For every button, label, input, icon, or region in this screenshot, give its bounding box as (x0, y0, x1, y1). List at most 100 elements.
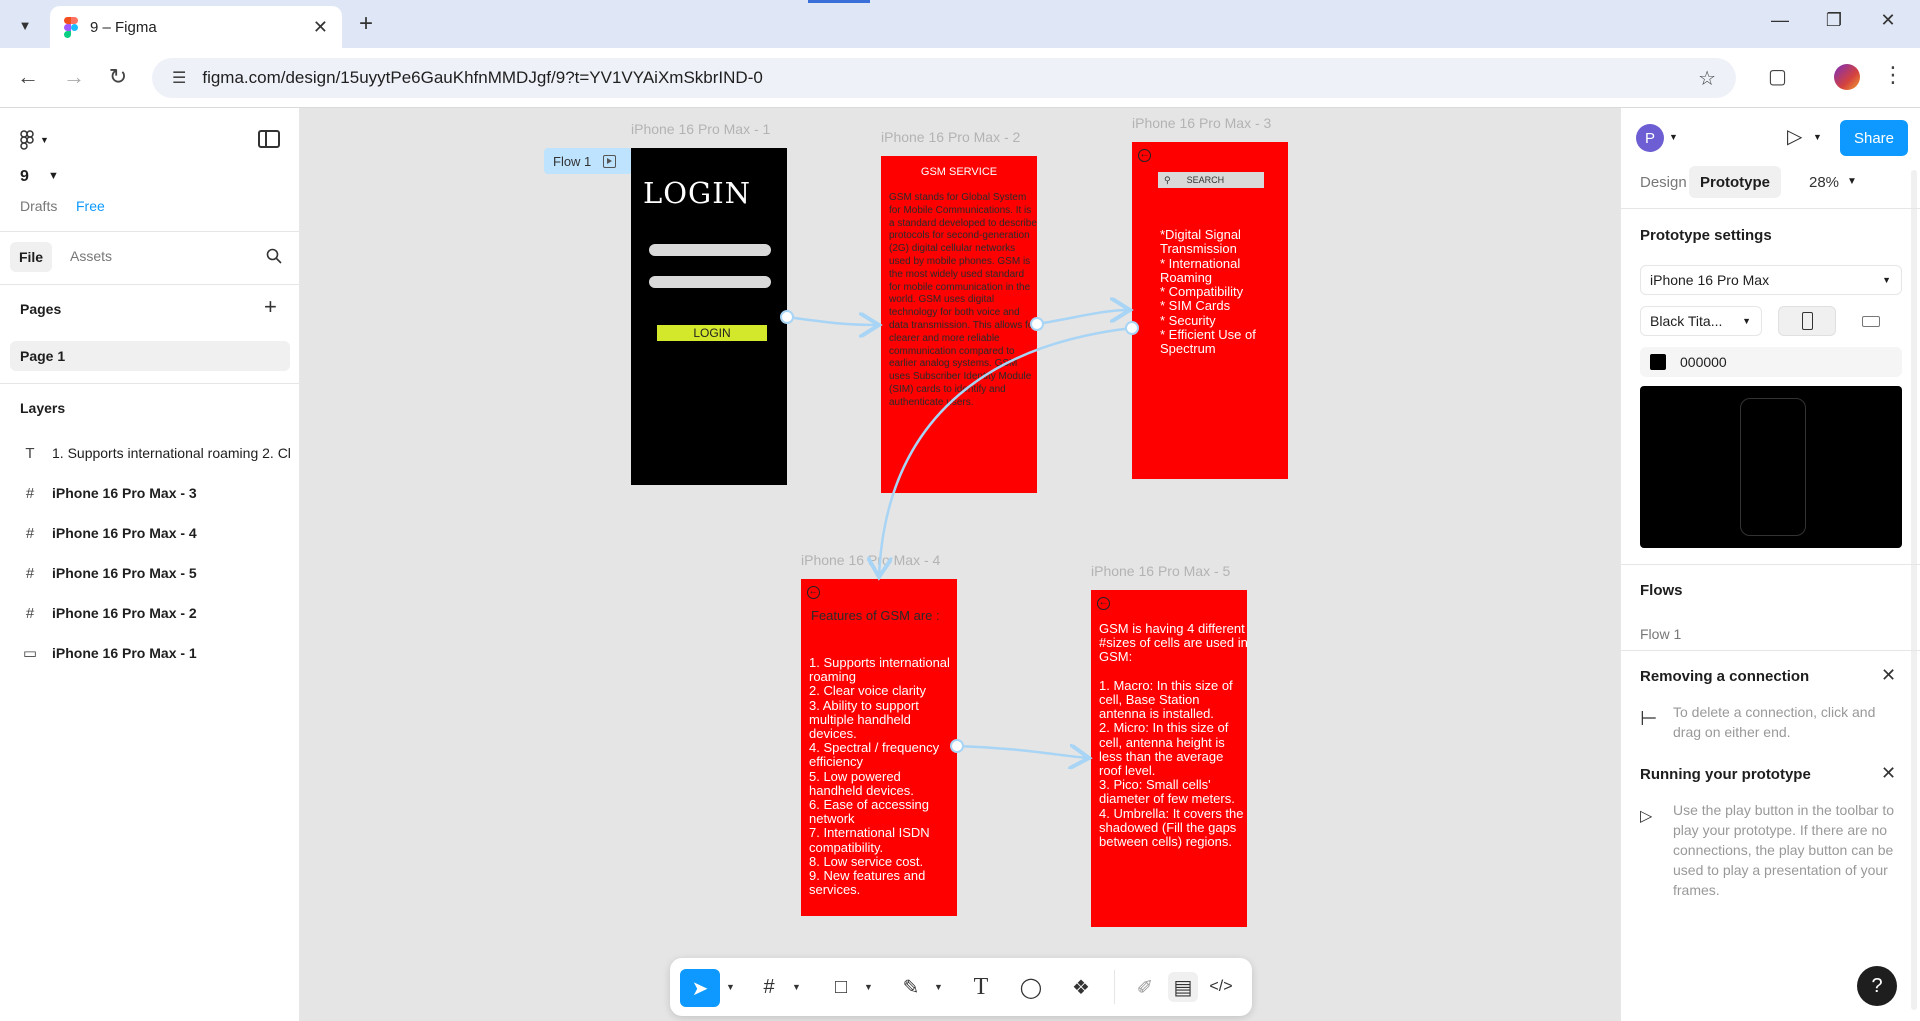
frame-login[interactable]: LOGIN LOGIN (631, 148, 787, 485)
frame-gsm-service[interactable]: GSM SERVICE GSM stands for Global System… (881, 156, 1037, 493)
layer-item[interactable]: # iPhone 16 Pro Max - 2 (22, 601, 300, 625)
search-label: SEARCH (1186, 175, 1225, 185)
search-icon[interactable] (266, 248, 282, 264)
present-play-icon[interactable]: ▷ (1787, 124, 1802, 149)
bottom-toolbar: ➤ ▼ # ▼ □ ▼ ✎ ▼ T ◯ ❖ ✐ ▤ </> (670, 958, 1252, 1016)
help-button[interactable]: ? (1857, 966, 1897, 1006)
removing-connection-text: To delete a connection, click and drag o… (1673, 704, 1876, 740)
back-arrow-icon[interactable]: ← (1138, 149, 1151, 162)
landscape-toggle[interactable] (1842, 306, 1900, 336)
restore-icon[interactable]: ❐ (1814, 10, 1854, 31)
frame-label[interactable]: iPhone 16 Pro Max - 1 (631, 121, 770, 137)
layer-item[interactable]: # iPhone 16 Pro Max - 4 (22, 521, 300, 545)
extensions-icon[interactable]: ▢ (1768, 64, 1787, 89)
bookmark-star-icon[interactable]: ☆ (1698, 66, 1716, 91)
text-tool-icon[interactable]: T (966, 972, 996, 1002)
share-button[interactable]: Share (1840, 120, 1908, 156)
tab-assets[interactable]: Assets (70, 248, 112, 264)
flow-start-badge[interactable]: Flow 1 (544, 148, 632, 174)
design-mode-icon[interactable]: ▤ (1168, 972, 1198, 1002)
layer-item[interactable]: T 1. Supports international roaming 2. C… (22, 441, 300, 465)
portrait-toggle[interactable] (1778, 306, 1836, 336)
back-arrow-icon[interactable]: ← (807, 586, 820, 599)
rectangle-icon: ▭ (22, 645, 38, 662)
device-select[interactable]: iPhone 16 Pro Max ▼ (1640, 265, 1902, 295)
tab-file[interactable]: File (10, 242, 52, 272)
new-tab-button[interactable]: + (354, 10, 378, 38)
chevron-down-icon[interactable]: ▼ (726, 982, 735, 992)
back-icon[interactable]: ← (14, 64, 42, 90)
password-field[interactable] (649, 276, 771, 288)
search-bar[interactable]: ⚲ SEARCH (1158, 172, 1264, 188)
close-tab-icon[interactable]: ✕ (313, 17, 328, 38)
tab-title: 9 – Figma (90, 18, 157, 36)
connection-line (1036, 310, 1130, 326)
back-arrow-icon[interactable]: ← (1097, 597, 1110, 610)
file-location[interactable]: Drafts (20, 198, 57, 214)
profile-avatar[interactable] (1834, 64, 1860, 90)
minimize-icon[interactable]: — (1760, 10, 1800, 31)
device-color-select[interactable]: Black Tita... ▼ (1640, 306, 1762, 336)
toggle-sidebar-icon[interactable] (258, 130, 280, 148)
plan-badge[interactable]: Free (76, 198, 105, 214)
forward-icon[interactable]: → (60, 64, 88, 90)
layer-item[interactable]: # iPhone 16 Pro Max - 5 (22, 561, 300, 585)
frame-label[interactable]: iPhone 16 Pro Max - 5 (1091, 563, 1230, 579)
chevron-down-icon[interactable]: ▼ (1669, 132, 1678, 142)
dev-mode-icon[interactable]: </> (1206, 972, 1236, 1002)
site-settings-icon[interactable]: ☰ (172, 68, 186, 88)
address-bar[interactable]: ☰ figma.com/design/15uyytPe6GauKhfnMMDJg… (152, 58, 1736, 98)
chevron-down-icon[interactable]: ▼ (864, 982, 873, 992)
username-field[interactable] (649, 244, 771, 256)
user-avatar[interactable]: P (1636, 124, 1664, 152)
close-icon[interactable]: ✕ (1881, 763, 1896, 784)
running-prototype-heading: Running your prototype (1640, 766, 1811, 783)
rectangle-tool-icon[interactable]: □ (826, 972, 856, 1002)
file-name[interactable]: 9 (20, 168, 29, 186)
background-color-field[interactable]: 000000 (1640, 347, 1902, 377)
layer-item[interactable]: ▭ iPhone 16 Pro Max - 1 (22, 641, 300, 665)
chevron-down-icon[interactable]: ▼ (48, 170, 59, 182)
frame-icon: # (25, 604, 35, 622)
frame-search[interactable]: ← ⚲ SEARCH *Digital Signal Transmission … (1132, 142, 1288, 479)
chevron-down-icon[interactable]: ▼ (792, 982, 801, 992)
draw-mode-icon[interactable]: ✐ (1130, 972, 1160, 1002)
color-hex[interactable]: 000000 (1680, 354, 1727, 370)
frame-cell-sizes[interactable]: ← GSM is having 4 different #sizes of ce… (1091, 590, 1247, 927)
actions-tool-icon[interactable]: ❖ (1066, 972, 1096, 1002)
main-menu-button[interactable]: ▼ (20, 130, 49, 150)
reload-icon[interactable]: ↻ (104, 64, 132, 90)
gsm-service-heading: GSM SERVICE (920, 166, 998, 178)
comment-tool-icon[interactable]: ◯ (1016, 972, 1046, 1002)
layer-item[interactable]: # iPhone 16 Pro Max - 3 (22, 481, 300, 505)
play-flow-icon[interactable] (603, 154, 617, 168)
login-button[interactable]: LOGIN (657, 325, 767, 341)
toolbar-divider (1114, 970, 1115, 1004)
browser-tab[interactable]: 9 – Figma ✕ (50, 6, 342, 48)
page-item[interactable]: Page 1 (10, 341, 290, 371)
chevron-down-icon[interactable]: ▼ (1847, 176, 1857, 187)
close-icon[interactable]: ✕ (1881, 665, 1896, 686)
close-window-icon[interactable]: ✕ (1868, 10, 1908, 31)
url-text[interactable]: figma.com/design/15uyytPe6GauKhfnMMDJgf/… (202, 68, 1698, 88)
frame-label[interactable]: iPhone 16 Pro Max - 2 (881, 129, 1020, 145)
chevron-down-icon[interactable]: ▼ (1813, 132, 1822, 142)
cell-sizes-text: GSM is having 4 different #sizes of cell… (1099, 621, 1247, 850)
add-page-icon[interactable]: + (264, 294, 277, 320)
frame-features[interactable]: ← Features of GSM are : 1. Supports inte… (801, 579, 957, 916)
tab-prototype[interactable]: Prototype (1689, 166, 1781, 198)
zoom-level[interactable]: 28% (1809, 174, 1839, 191)
frame-label[interactable]: iPhone 16 Pro Max - 3 (1132, 115, 1271, 131)
more-menu-icon[interactable]: ⋮ (1882, 62, 1904, 88)
chevron-down-icon[interactable]: ▼ (934, 982, 943, 992)
tab-search-chevron-icon[interactable]: ▼ (12, 12, 38, 38)
panel-scrollbar[interactable] (1911, 170, 1917, 1010)
pen-tool-icon[interactable]: ✎ (896, 972, 926, 1002)
tab-design[interactable]: Design (1640, 174, 1687, 191)
frame-tool-icon[interactable]: # (754, 972, 784, 1002)
design-canvas[interactable]: Flow 1 iPhone 16 Pro Max - 1 LOGIN LOGIN… (301, 108, 1620, 1021)
color-swatch[interactable] (1650, 354, 1666, 370)
flow-item[interactable]: Flow 1 (1640, 626, 1681, 642)
frame-label[interactable]: iPhone 16 Pro Max - 4 (801, 552, 940, 568)
move-tool-icon[interactable]: ➤ (680, 969, 720, 1007)
